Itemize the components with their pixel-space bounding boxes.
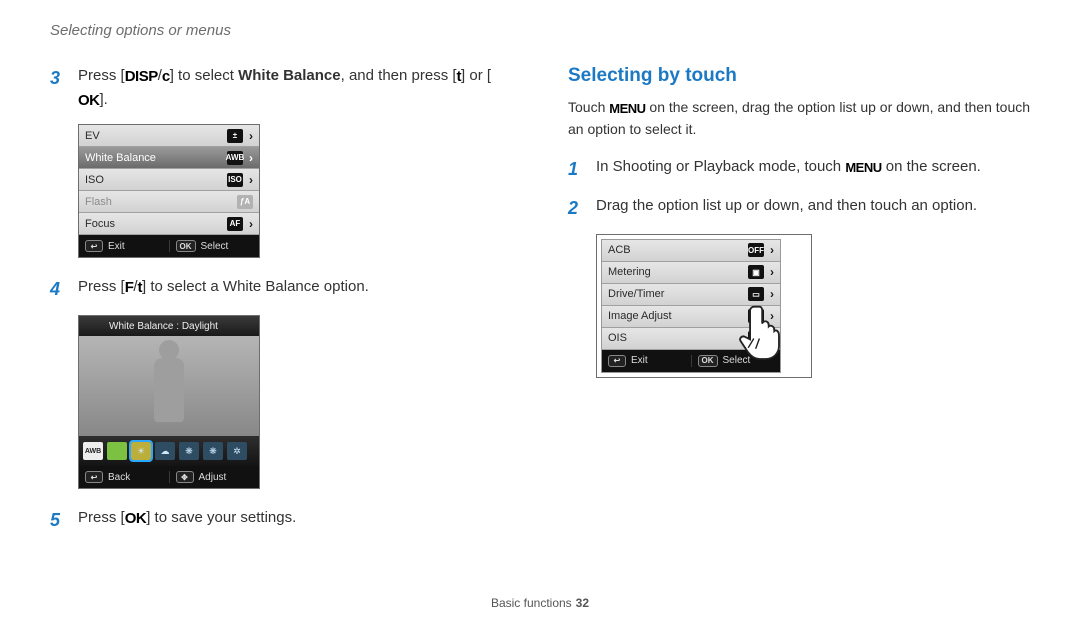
disp-icon: DISP [125, 66, 158, 89]
macro-icon: c [162, 66, 170, 89]
ok-icon: OK [176, 240, 196, 252]
menu-icon: MENU [609, 99, 645, 119]
menu-row-white-balance[interactable]: White Balance AWB › [79, 147, 259, 169]
wb-thumb-daylight[interactable]: ☀ [131, 442, 151, 460]
step-5: 5 Press [OK] to save your settings. [50, 507, 512, 534]
menu-row-flash: Flash ƒA [79, 191, 259, 213]
exit-button[interactable]: ↩ Exit [79, 240, 169, 252]
step-text: Press [OK] to save your settings. [78, 507, 512, 534]
two-column-layout: 3 Press [DISP/c] to select White Balance… [50, 65, 1030, 546]
menu-label: Metering [608, 266, 742, 278]
touch-hand-icon [737, 301, 793, 361]
wb-thumb[interactable] [107, 442, 127, 460]
left-column: 3 Press [DISP/c] to select White Balance… [50, 65, 512, 546]
menu-label: ACB [608, 244, 742, 256]
step-number: 3 [50, 65, 66, 112]
right-column: Selecting by touch Touch MENU on the scr… [568, 65, 1030, 546]
camera-preview-screenshot: White Balance : Daylight AWB ☀ ☁ ❋ ❋ ✲ ↩ [78, 315, 260, 489]
menu-label: EV [85, 130, 221, 142]
iso-icon: ISO [227, 173, 243, 187]
chevron-right-icon: › [770, 265, 774, 279]
menu-label: ISO [85, 174, 221, 186]
chevron-right-icon: › [249, 129, 253, 143]
menu-label: Drive/Timer [608, 288, 742, 300]
page-footer: Basic functions32 [0, 596, 1080, 610]
preview-footer: ↩ Back ✥ Adjust [79, 466, 259, 488]
ok-icon: OK [125, 508, 147, 531]
ok-icon: OK [78, 90, 100, 113]
adjust-button[interactable]: ✥ Adjust [169, 471, 260, 483]
step-number: 1 [568, 156, 584, 183]
ok-icon: OK [698, 355, 718, 367]
wb-thumb-tungsten[interactable]: ✲ [227, 442, 247, 460]
step-number: 4 [50, 276, 66, 303]
section-intro: Touch MENU on the screen, drag the optio… [568, 97, 1030, 140]
wb-thumb-cloudy[interactable]: ☁ [155, 442, 175, 460]
menu-icon: MENU [845, 158, 881, 178]
af-icon: AF [227, 217, 243, 231]
wb-option-strip[interactable]: AWB ☀ ☁ ❋ ❋ ✲ [79, 436, 259, 466]
dpad-icon: ✥ [176, 471, 194, 483]
menu-label: Focus [85, 218, 221, 230]
camera-menu-screenshot: EV ± › White Balance AWB › ISO ISO › Fla… [78, 124, 260, 258]
page: Selecting options or menus 3 Press [DISP… [0, 0, 1080, 546]
awb-icon: AWB [227, 151, 243, 165]
drive-icon: ▭ [748, 287, 764, 301]
step-4: 4 Press [F/t] to select a White Balance … [50, 276, 512, 303]
acb-icon: OFF [748, 243, 764, 257]
back-button[interactable]: ↩ Back [79, 471, 169, 483]
chevron-right-icon: › [249, 173, 253, 187]
step-text: Drag the option list up or down, and the… [596, 195, 1030, 222]
menu-row-iso[interactable]: ISO ISO › [79, 169, 259, 191]
touch-menu-screenshot: ACB OFF › Metering ▣ › Drive/Timer ▭ › [596, 234, 812, 378]
wb-thumb-fluorescent-l[interactable]: ❋ [203, 442, 223, 460]
flash-icon: ƒA [237, 195, 253, 209]
step-3: 3 Press [DISP/c] to select White Balance… [50, 65, 512, 112]
wb-thumb-awb[interactable]: AWB [83, 442, 103, 460]
chevron-right-icon: › [770, 243, 774, 257]
silhouette-icon [141, 340, 197, 436]
menu-row-focus[interactable]: Focus AF › [79, 213, 259, 235]
section-heading: Selecting by touch [568, 65, 1030, 87]
menu-label: Flash [85, 196, 231, 208]
back-icon: ↩ [85, 240, 103, 252]
step-text: In Shooting or Playback mode, touch MENU… [596, 156, 1030, 183]
exit-button[interactable]: ↩ Exit [602, 355, 691, 367]
menu-footer: ↩ Exit OK Select [79, 235, 259, 257]
chevron-right-icon: › [770, 287, 774, 301]
back-icon: ↩ [85, 471, 103, 483]
back-icon: ↩ [608, 355, 626, 367]
step-number: 2 [568, 195, 584, 222]
menu-row-acb[interactable]: ACB OFF › [602, 240, 780, 262]
step-1: 1 In Shooting or Playback mode, touch ME… [568, 156, 1030, 183]
select-button[interactable]: OK Select [169, 240, 260, 252]
menu-label: Image Adjust [608, 310, 742, 322]
menu-row-metering[interactable]: Metering ▣ › [602, 262, 780, 284]
wb-thumb-fluorescent-h[interactable]: ❋ [179, 442, 199, 460]
breadcrumb: Selecting options or menus [50, 22, 1030, 39]
step-number: 5 [50, 507, 66, 534]
menu-label: OIS [608, 332, 742, 344]
menu-row-ev[interactable]: EV ± › [79, 125, 259, 147]
step-2: 2 Drag the option list up or down, and t… [568, 195, 1030, 222]
metering-icon: ▣ [748, 265, 764, 279]
preview-title: White Balance : Daylight [79, 316, 259, 336]
ev-icon: ± [227, 129, 243, 143]
chevron-right-icon: › [249, 151, 253, 165]
step-text: Press [DISP/c] to select White Balance, … [78, 65, 512, 112]
menu-label: White Balance [85, 152, 221, 164]
preview-image [79, 336, 259, 436]
chevron-right-icon: › [249, 217, 253, 231]
step-text: Press [F/t] to select a White Balance op… [78, 276, 512, 303]
